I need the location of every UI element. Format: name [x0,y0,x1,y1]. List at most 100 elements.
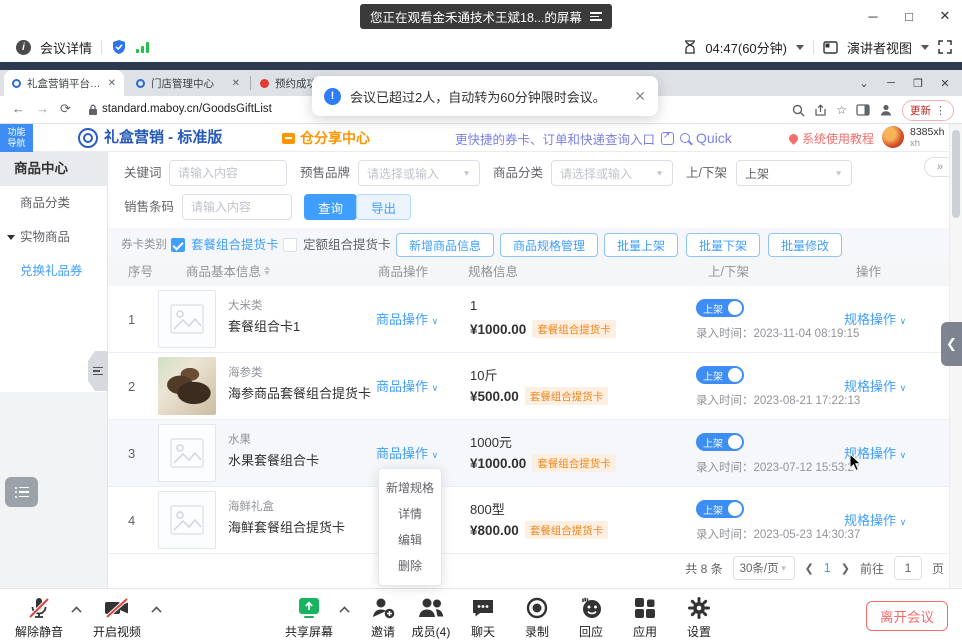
brand-select[interactable]: 请选择或输入 ▼ [358,160,480,186]
browser-update-button[interactable]: 更新 ⋮ [902,100,954,121]
shield-icon[interactable] [111,39,127,55]
tab1-close-icon[interactable]: ✕ [108,78,116,89]
banner-menu-icon[interactable] [590,10,602,23]
scrollbar-thumb[interactable] [952,130,960,218]
maximize-button[interactable]: □ [898,9,920,24]
add-product-button[interactable]: 新增商品信息 [396,233,494,257]
browser-minimize-button[interactable]: ─ [884,77,898,89]
spec-action-link[interactable]: 规格操作 ∨ [844,286,906,355]
menu-item-edit[interactable]: 编辑 [379,527,441,553]
bookmark-star-icon[interactable]: ☆ [836,103,847,117]
shelf-toggle-label: 上架 [703,368,723,383]
share-screen-icon [296,595,322,621]
toast-close-icon[interactable]: ✕ [634,88,646,105]
start-video-button[interactable]: 开启视频 [86,595,148,640]
tutorial-link[interactable]: 系统使用教程 [789,124,874,152]
page-size-select[interactable]: 30条/页 ▼ [733,556,795,580]
barcode-input[interactable] [182,194,292,220]
next-page-icon[interactable]: ❯ [841,562,850,575]
col-product-info[interactable]: 商品基本信息 [186,258,270,286]
product-action-link[interactable]: 商品操作 ∨ [376,353,438,422]
keyword-input[interactable] [169,160,287,186]
shelf-select[interactable]: 上架 ▼ [736,160,852,186]
browser-menu-icon[interactable]: ⋮ [935,104,946,117]
batch-off-shelf-button[interactable]: 批量下架 [686,233,760,257]
category-select[interactable]: 请选择或输入 ▼ [551,160,673,186]
minimize-button[interactable]: ─ [862,9,884,24]
entry-time-label: 录入时间： [696,328,754,340]
reload-icon[interactable]: ⟳ [60,101,71,117]
nav-toggle-button[interactable]: 功能 导航 [0,124,33,152]
share-screen-button[interactable]: 共享屏幕 [278,595,340,640]
reactions-button[interactable]: 回应 [560,595,622,640]
card-type-option-1[interactable]: 套餐组合提货卡 [191,228,279,262]
export-button[interactable]: 导出 [356,194,411,220]
view-dropdown-icon[interactable] [921,45,929,50]
search-button[interactable]: 查询 [304,194,357,220]
shelf-toggle[interactable]: 上架 [696,500,744,518]
record-button[interactable]: 录制 [506,595,568,640]
browser-close-button[interactable]: ✕ [938,77,952,90]
menu-item-add-spec[interactable]: 新增规格 [379,475,441,501]
chat-icon [470,595,496,621]
browser-tab-1[interactable]: 礼盒营销平台管理中心 ✕ [4,70,124,96]
sidebar-collapse-tab[interactable] [88,351,108,391]
forward-icon[interactable]: → [36,101,49,116]
batch-edit-button[interactable]: 批量修改 [768,233,842,257]
checkbox-checked[interactable] [171,238,185,252]
sidebar-item-goods-category[interactable]: 商品分类 [0,186,107,220]
tab-search-icon[interactable]: ⌄ [857,77,871,90]
timer-hourglass-icon [684,40,696,54]
menu-item-details[interactable]: 详情 [379,501,441,527]
video-options-chevron[interactable] [152,605,160,613]
side-panel-icon[interactable] [856,104,870,116]
share-options-chevron[interactable] [340,605,348,613]
chat-button[interactable]: 聊天 [452,595,514,640]
sort-icon[interactable] [264,266,270,276]
spec-action-link[interactable]: 规格操作 ∨ [844,353,906,422]
user-account[interactable]: 8385xh xh [882,126,944,149]
view-mode-selector[interactable]: 演讲者视图 [847,38,912,57]
leave-meeting-button[interactable]: 离开会议 [866,601,948,631]
shelf-toggle[interactable]: 上架 [696,366,744,384]
floating-menu-button[interactable] [5,477,38,507]
shelf-toggle[interactable]: 上架 [696,299,744,317]
share-icon[interactable] [814,104,827,117]
category-label: 商品分类 [493,160,543,186]
back-icon[interactable]: ← [12,101,25,116]
product-action-link[interactable]: 商品操作 ∨ [376,286,438,355]
current-page[interactable]: 1 [824,561,831,575]
menu-item-delete[interactable]: 删除 [379,553,441,579]
browser-maximize-button[interactable]: ❐ [911,77,925,90]
sidebar-item-gift-voucher[interactable]: 兑换礼品券 [0,254,107,288]
fullscreen-icon[interactable] [938,40,952,54]
url-text[interactable]: standard.maboy.cn/GoodsGiftList [102,103,272,115]
apps-button[interactable]: 应用 [614,595,676,640]
quick-entry[interactable]: 更快捷的券卡、订单和快递查询入口 Quick [455,124,732,152]
share-center-link[interactable]: 仓分享中心 [282,124,370,152]
profile-icon[interactable] [879,103,893,117]
tab2-favicon [136,79,145,88]
side-panel-expand-tab[interactable]: ❮ [941,322,962,366]
sidebar-item-physical-goods[interactable]: 实物商品 [0,220,107,254]
meeting-window: 您正在观看金禾通技术王斌18...的屏幕 ─ □ ✕ i 会议详情 04:47(… [0,0,962,642]
mic-options-chevron[interactable] [72,605,80,613]
timer-dropdown-icon[interactable] [796,45,804,50]
shelf-toggle[interactable]: 上架 [696,433,744,451]
settings-button[interactable]: 设置 [668,595,730,640]
update-label: 更新 [910,103,931,118]
zoom-icon[interactable] [792,104,805,117]
browser-tab-2[interactable]: 门店管理中心 ✕ [128,70,248,96]
card-type-option-2[interactable]: 定额组合提货卡 [303,228,391,262]
checkbox-unchecked[interactable] [283,238,297,252]
unmute-button[interactable]: 解除静音 [8,595,70,640]
spec-manage-button[interactable]: 商品规格管理 [500,233,598,257]
prev-page-icon[interactable]: ❮ [805,562,814,575]
spec-action-link[interactable]: 规格操作 ∨ [844,487,906,556]
goto-page-input[interactable] [894,556,922,580]
meeting-details-link[interactable]: 会议详情 [40,38,92,57]
close-button[interactable]: ✕ [934,8,956,24]
tab2-close-icon[interactable]: ✕ [232,78,240,89]
chevron-down-icon: ▼ [462,169,471,177]
batch-on-shelf-button[interactable]: 批量上架 [604,233,678,257]
